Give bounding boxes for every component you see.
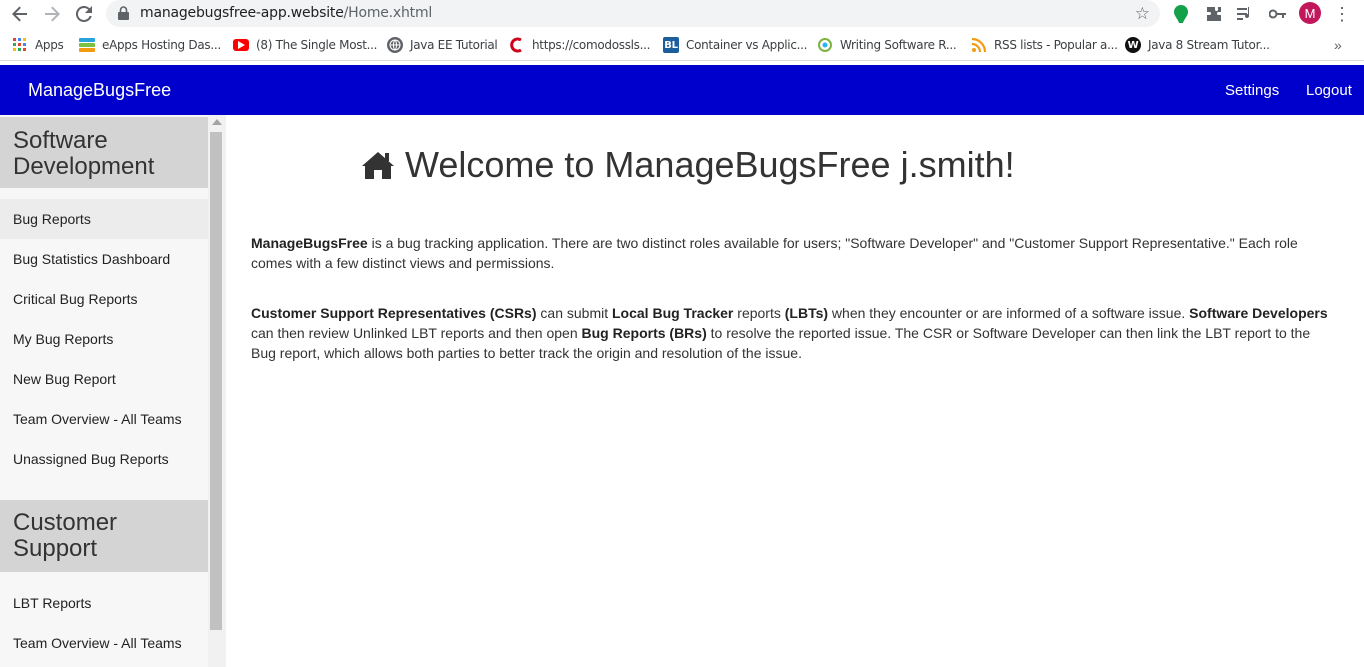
bl-icon: BL	[663, 37, 679, 53]
app-navbar: ManageBugsFree Settings Logout	[0, 65, 1364, 115]
section-customer-support: Customer Support	[0, 500, 208, 572]
paragraph-text: is a bug tracking application. There are…	[251, 235, 1298, 271]
bookmark-label: Container vs Applic...	[686, 38, 808, 52]
bookmark-writing-software[interactable]: Writing Software R...	[817, 36, 957, 54]
bookmark-star-icon[interactable]: ☆	[1135, 4, 1150, 24]
section-title-line: Development	[13, 153, 155, 180]
bold-text: Bug Reports (BRs)	[581, 325, 707, 341]
intro-paragraph: ManageBugsFree is a bug tracking applica…	[251, 233, 1331, 273]
bookmark-container-vs[interactable]: BL Container vs Applic...	[663, 36, 807, 54]
reading-list-icon[interactable]	[1234, 3, 1256, 25]
sidebar-item-team-overview[interactable]: Team Overview - All Teams	[0, 399, 208, 439]
eapps-icon	[79, 37, 95, 53]
bookmark-rss-lists[interactable]: RSS lists - Popular a...	[971, 36, 1118, 54]
sidebar-item-lbt-reports[interactable]: LBT Reports	[0, 583, 208, 623]
sidebar-item-bug-statistics-dashboard[interactable]: Bug Statistics Dashboard	[0, 239, 208, 279]
url-domain: managebugsfree-app.website	[140, 5, 344, 21]
bookmark-label: eApps Hosting Das...	[102, 38, 221, 52]
paragraph-text: reports	[733, 305, 785, 321]
home-icon	[362, 152, 394, 179]
bookmark-youtube[interactable]: (8) The Single Most...	[233, 36, 377, 54]
bookmark-label: (8) The Single Most...	[256, 38, 378, 52]
youtube-icon	[233, 39, 249, 51]
paragraph-text: can submit	[536, 305, 612, 321]
brand-link[interactable]: ManageBugsFree	[28, 80, 171, 101]
sidebar: Software Development Bug Reports Bug Sta…	[0, 115, 226, 667]
comodo-icon	[509, 37, 525, 53]
bookmark-label: Java EE Tutorial	[410, 38, 498, 52]
apps-grid-icon	[12, 37, 28, 53]
section-title-line: Support	[13, 535, 98, 562]
section-title-line: Customer	[13, 509, 118, 536]
main-content: Welcome to ManageBugsFree j.smith! Manag…	[226, 115, 1364, 667]
section-title-line: Software	[13, 127, 108, 154]
bold-text: Customer Support Representatives (CSRs)	[251, 305, 537, 321]
back-arrow-icon[interactable]	[8, 2, 32, 26]
logout-link[interactable]: Logout	[1306, 82, 1352, 99]
w-icon: W	[1125, 37, 1141, 53]
reload-icon[interactable]	[72, 2, 96, 26]
bookmark-label: Apps	[35, 38, 64, 52]
bold-text: Software Developers	[1189, 305, 1328, 321]
lock-icon	[118, 6, 129, 25]
bold-text: (LBTs)	[784, 305, 829, 321]
browser-menu-icon[interactable]: ⋮	[1333, 3, 1351, 25]
welcome-text: Welcome to ManageBugsFree j.smith!	[405, 144, 1015, 185]
section-software-development: Software Development	[0, 117, 208, 188]
sidebar-item-bug-reports[interactable]: Bug Reports	[0, 199, 208, 239]
sidebar-item-my-bug-reports[interactable]: My Bug Reports	[0, 319, 208, 359]
rss-icon	[971, 37, 987, 53]
extensions-puzzle-icon[interactable]	[1203, 3, 1225, 25]
bookmark-comodo[interactable]: https://comodossls...	[509, 36, 650, 54]
extension-green-icon[interactable]	[1170, 3, 1192, 25]
more-bookmarks-icon[interactable]: »	[1334, 37, 1342, 53]
url-path: /Home.xhtml	[343, 5, 433, 21]
forward-arrow-icon[interactable]	[40, 2, 64, 26]
scrollbar-thumb[interactable]	[210, 132, 222, 630]
bookmark-label: Writing Software R...	[840, 38, 957, 52]
roles-paragraph: Customer Support Representatives (CSRs) …	[251, 303, 1331, 363]
browser-toolbar: managebugsfree-app.website/Home.xhtml ☆ …	[0, 0, 1364, 30]
bookmark-java8-stream[interactable]: W Java 8 Stream Tutor...	[1125, 36, 1270, 54]
key-icon[interactable]	[1267, 3, 1289, 25]
bookmark-label: RSS lists - Popular a...	[994, 38, 1118, 52]
paragraph-text: can then review Unlinked LBT reports and…	[251, 325, 582, 341]
sidebar-item-cs-team-overview[interactable]: Team Overview - All Teams	[0, 623, 208, 663]
globe-icon	[387, 37, 403, 53]
sidebar-item-unassigned-bug-reports[interactable]: Unassigned Bug Reports	[0, 439, 208, 479]
sidebar-item-new-bug-report[interactable]: New Bug Report	[0, 359, 208, 399]
paragraph-text: when they encounter or are informed of a…	[828, 305, 1190, 321]
bookmark-apps[interactable]: Apps	[12, 36, 64, 54]
welcome-heading: Welcome to ManageBugsFree j.smith!	[361, 144, 1015, 186]
profile-avatar[interactable]: M	[1299, 2, 1321, 24]
sidebar-scrollbar[interactable]	[208, 115, 226, 667]
url-text: managebugsfree-app.website/Home.xhtml	[140, 5, 432, 21]
bookmark-java-ee[interactable]: Java EE Tutorial	[387, 36, 498, 54]
bookmark-eapps[interactable]: eApps Hosting Das...	[79, 36, 221, 54]
scroll-up-arrow-icon[interactable]	[212, 119, 222, 125]
bookmark-label: Java 8 Stream Tutor...	[1148, 38, 1270, 52]
bold-text: ManageBugsFree	[251, 235, 368, 251]
address-bar[interactable]: managebugsfree-app.website/Home.xhtml ☆	[106, 0, 1160, 27]
bold-text: Local Bug Tracker	[612, 305, 734, 321]
bookmark-label: https://comodossls...	[532, 38, 651, 52]
sidebar-item-critical-bug-reports[interactable]: Critical Bug Reports	[0, 279, 208, 319]
settings-link[interactable]: Settings	[1225, 82, 1279, 99]
bookmarks-bar: Apps eApps Hosting Das... (8) The Single…	[0, 30, 1364, 61]
writing-icon	[817, 37, 833, 53]
